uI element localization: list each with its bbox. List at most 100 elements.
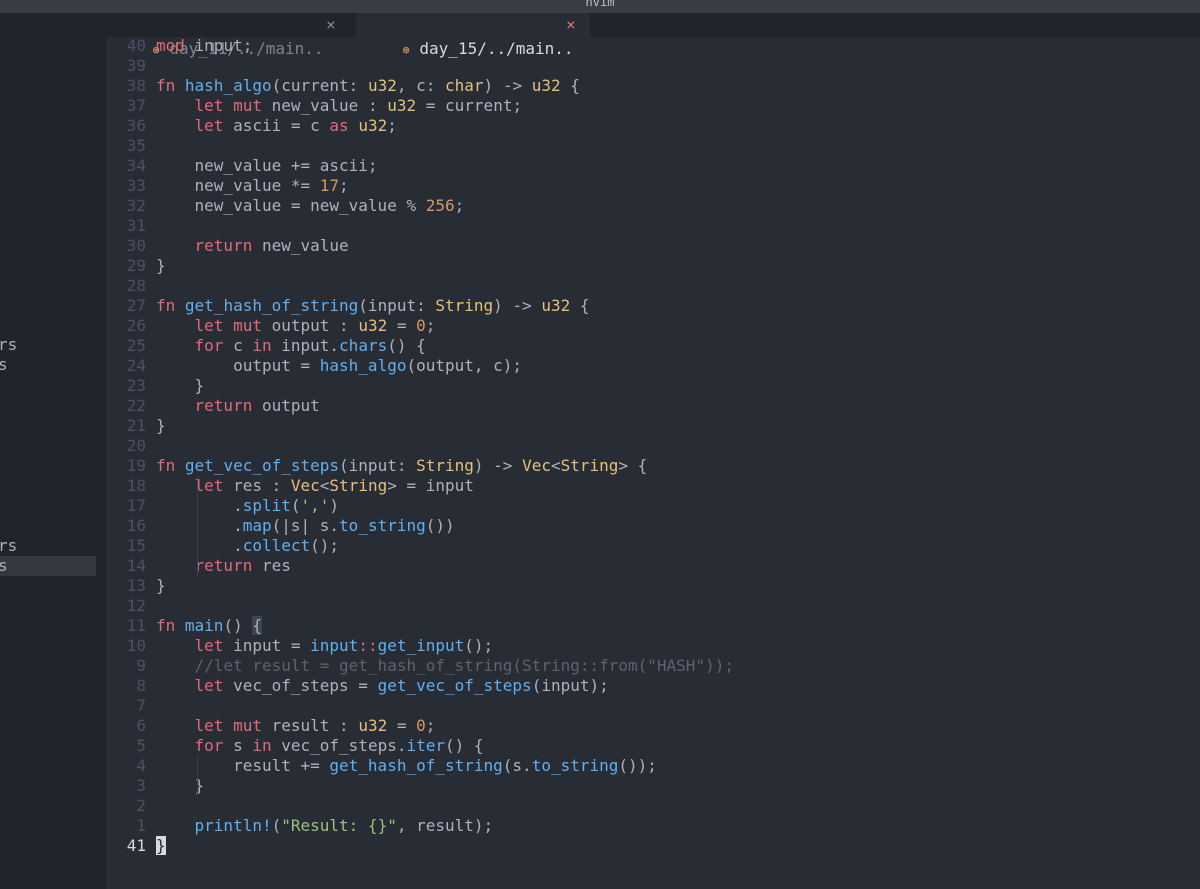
code-line[interactable]: 6 let mut result : u32 = 0;: [106, 716, 1200, 736]
line-number: 12: [126, 596, 146, 615]
code-line[interactable]: 16 .map(|s| s.to_string()): [106, 516, 1200, 536]
code-text: let ascii = c as u32;: [194, 116, 397, 135]
line-number: 18: [126, 476, 146, 495]
sidebar-item[interactable]: rs: [0, 536, 96, 556]
code-text: let res : Vec<String> = input: [194, 476, 474, 495]
line-number: 20: [126, 436, 146, 455]
code-line[interactable]: 23 }: [106, 376, 1200, 396]
code-line[interactable]: 15 .collect();: [106, 536, 1200, 556]
line-number: 8: [136, 676, 146, 695]
code-line[interactable]: 25 for c in input.chars() {: [106, 336, 1200, 356]
code-text: return output: [194, 396, 320, 415]
code-text: return new_value: [194, 236, 349, 255]
indent-guide: [197, 756, 198, 796]
tab-day-15-main[interactable]: ⊛ day_15/../main.. ×: [356, 13, 590, 58]
line-number: 36: [126, 116, 146, 135]
line-number: 29: [126, 256, 146, 275]
line-number: 27: [126, 296, 146, 315]
line-number: 24: [126, 356, 146, 375]
close-icon[interactable]: ×: [566, 13, 576, 37]
tab-day-11-main[interactable]: ⊛ day_11/../main.. ×: [114, 13, 350, 58]
line-number: 30: [126, 236, 146, 255]
code-line[interactable]: 4 result += get_hash_of_string(s.to_stri…: [106, 756, 1200, 776]
code-line[interactable]: 29}: [106, 256, 1200, 276]
sidebar-item[interactable]: rs: [0, 335, 96, 355]
code-line[interactable]: 17 .split(','): [106, 496, 1200, 516]
line-number: 6: [136, 716, 146, 735]
code-text: .collect();: [156, 536, 340, 555]
code-text: }: [156, 376, 205, 395]
file-tree-sidebar: rs s rs s: [0, 13, 106, 889]
line-number: 23: [126, 376, 146, 395]
code-line[interactable]: 26 let mut output : u32 = 0;: [106, 316, 1200, 336]
code-text: }: [156, 576, 166, 595]
code-line[interactable]: 2: [106, 796, 1200, 816]
code-text: mod input;: [156, 36, 253, 55]
code-line[interactable]: 31: [106, 216, 1200, 236]
line-number: 17: [126, 496, 146, 515]
code-line[interactable]: 14 return res: [106, 556, 1200, 576]
code-line[interactable]: 19 fn get_vec_of_steps(input: String) -> …: [106, 456, 1200, 476]
code-line[interactable]: 37 let mut new_value : u32 = current;: [106, 96, 1200, 116]
code-line[interactable]: 36 let ascii = c as u32;: [106, 116, 1200, 136]
line-number: 13: [126, 576, 146, 595]
code-line[interactable]: 38 fn hash_algo(current: u32, c: char) ->…: [106, 76, 1200, 96]
code-text: new_value += ascii;: [156, 156, 378, 175]
code-line[interactable]: 21}: [106, 416, 1200, 436]
code-text: fn main() {: [156, 616, 262, 635]
code-line[interactable]: 1 println!("Result: {}", result);: [106, 816, 1200, 836]
close-icon[interactable]: ×: [326, 13, 336, 37]
line-number: 14: [126, 556, 146, 575]
code-line[interactable]: 20: [106, 436, 1200, 456]
line-number: 41: [126, 836, 146, 855]
code-line[interactable]: 41}: [106, 836, 1200, 856]
indent-guide: [197, 536, 198, 576]
line-number: 19: [126, 456, 146, 475]
code-text: let vec_of_steps = get_vec_of_steps(inpu…: [194, 676, 609, 695]
code-line[interactable]: 10 let input = input::get_input();: [106, 636, 1200, 656]
cursor: }: [156, 836, 166, 855]
code-text: let mut result : u32 = 0;: [194, 716, 436, 735]
code-line[interactable]: 5 for s in vec_of_steps.iter() {: [106, 736, 1200, 756]
code-line[interactable]: 39: [106, 56, 1200, 76]
code-line[interactable]: 30 return new_value: [106, 236, 1200, 256]
line-number: 10: [126, 636, 146, 655]
code-editor[interactable]: 40 mod input; 39 38 fn hash_algo(current: u3…: [106, 36, 1200, 889]
code-text: let input = input::get_input();: [194, 636, 494, 655]
buffer-tabline: ⊛ day_11/../main.. × ⊛ day_15/../main.. …: [106, 13, 1200, 58]
line-number: 25: [126, 336, 146, 355]
code-text: new_value = new_value % 256;: [156, 196, 465, 215]
code-line[interactable]: 12: [106, 596, 1200, 616]
line-number: 39: [126, 56, 146, 75]
code-line[interactable]: 11 fn main() {: [106, 616, 1200, 636]
code-line[interactable]: 7: [106, 696, 1200, 716]
code-text: fn get_hash_of_string(input: String) -> …: [156, 296, 590, 315]
line-number: 37: [126, 96, 146, 115]
code-line[interactable]: 3 }: [106, 776, 1200, 796]
code-line[interactable]: 34 new_value += ascii;: [106, 156, 1200, 176]
code-line[interactable]: 18 let res : Vec<String> = input: [106, 476, 1200, 496]
matching-brace: {: [252, 616, 262, 635]
code-line[interactable]: 35: [106, 136, 1200, 156]
code-line[interactable]: 22 return output: [106, 396, 1200, 416]
sidebar-item[interactable]: s: [0, 355, 96, 375]
line-number: 32: [126, 196, 146, 215]
sidebar-item-selected[interactable]: s: [0, 556, 96, 576]
code-line[interactable]: 24 output = hash_algo(output, c);: [106, 356, 1200, 376]
code-line[interactable]: 28: [106, 276, 1200, 296]
code-line[interactable]: 13}: [106, 576, 1200, 596]
line-number: 2: [136, 796, 146, 815]
code-line[interactable]: 40 mod input;: [106, 36, 1200, 56]
code-text: println!("Result: {}", result);: [194, 816, 494, 835]
code-text: let mut new_value : u32 = current;: [194, 96, 523, 115]
code-text: for c in input.chars() {: [194, 336, 426, 355]
code-line[interactable]: 27 fn get_hash_of_string(input: String) -…: [106, 296, 1200, 316]
code-line[interactable]: 9 //let result = get_hash_of_string(Stri…: [106, 656, 1200, 676]
code-line[interactable]: 32 new_value = new_value % 256;: [106, 196, 1200, 216]
code-text: }: [156, 836, 166, 856]
code-line[interactable]: 33 new_value *= 17;: [106, 176, 1200, 196]
code-line[interactable]: 8 let vec_of_steps = get_vec_of_steps(in…: [106, 676, 1200, 696]
code-text: let mut output : u32 = 0;: [194, 316, 436, 335]
line-number: 15: [126, 536, 146, 555]
line-number: 16: [126, 516, 146, 535]
